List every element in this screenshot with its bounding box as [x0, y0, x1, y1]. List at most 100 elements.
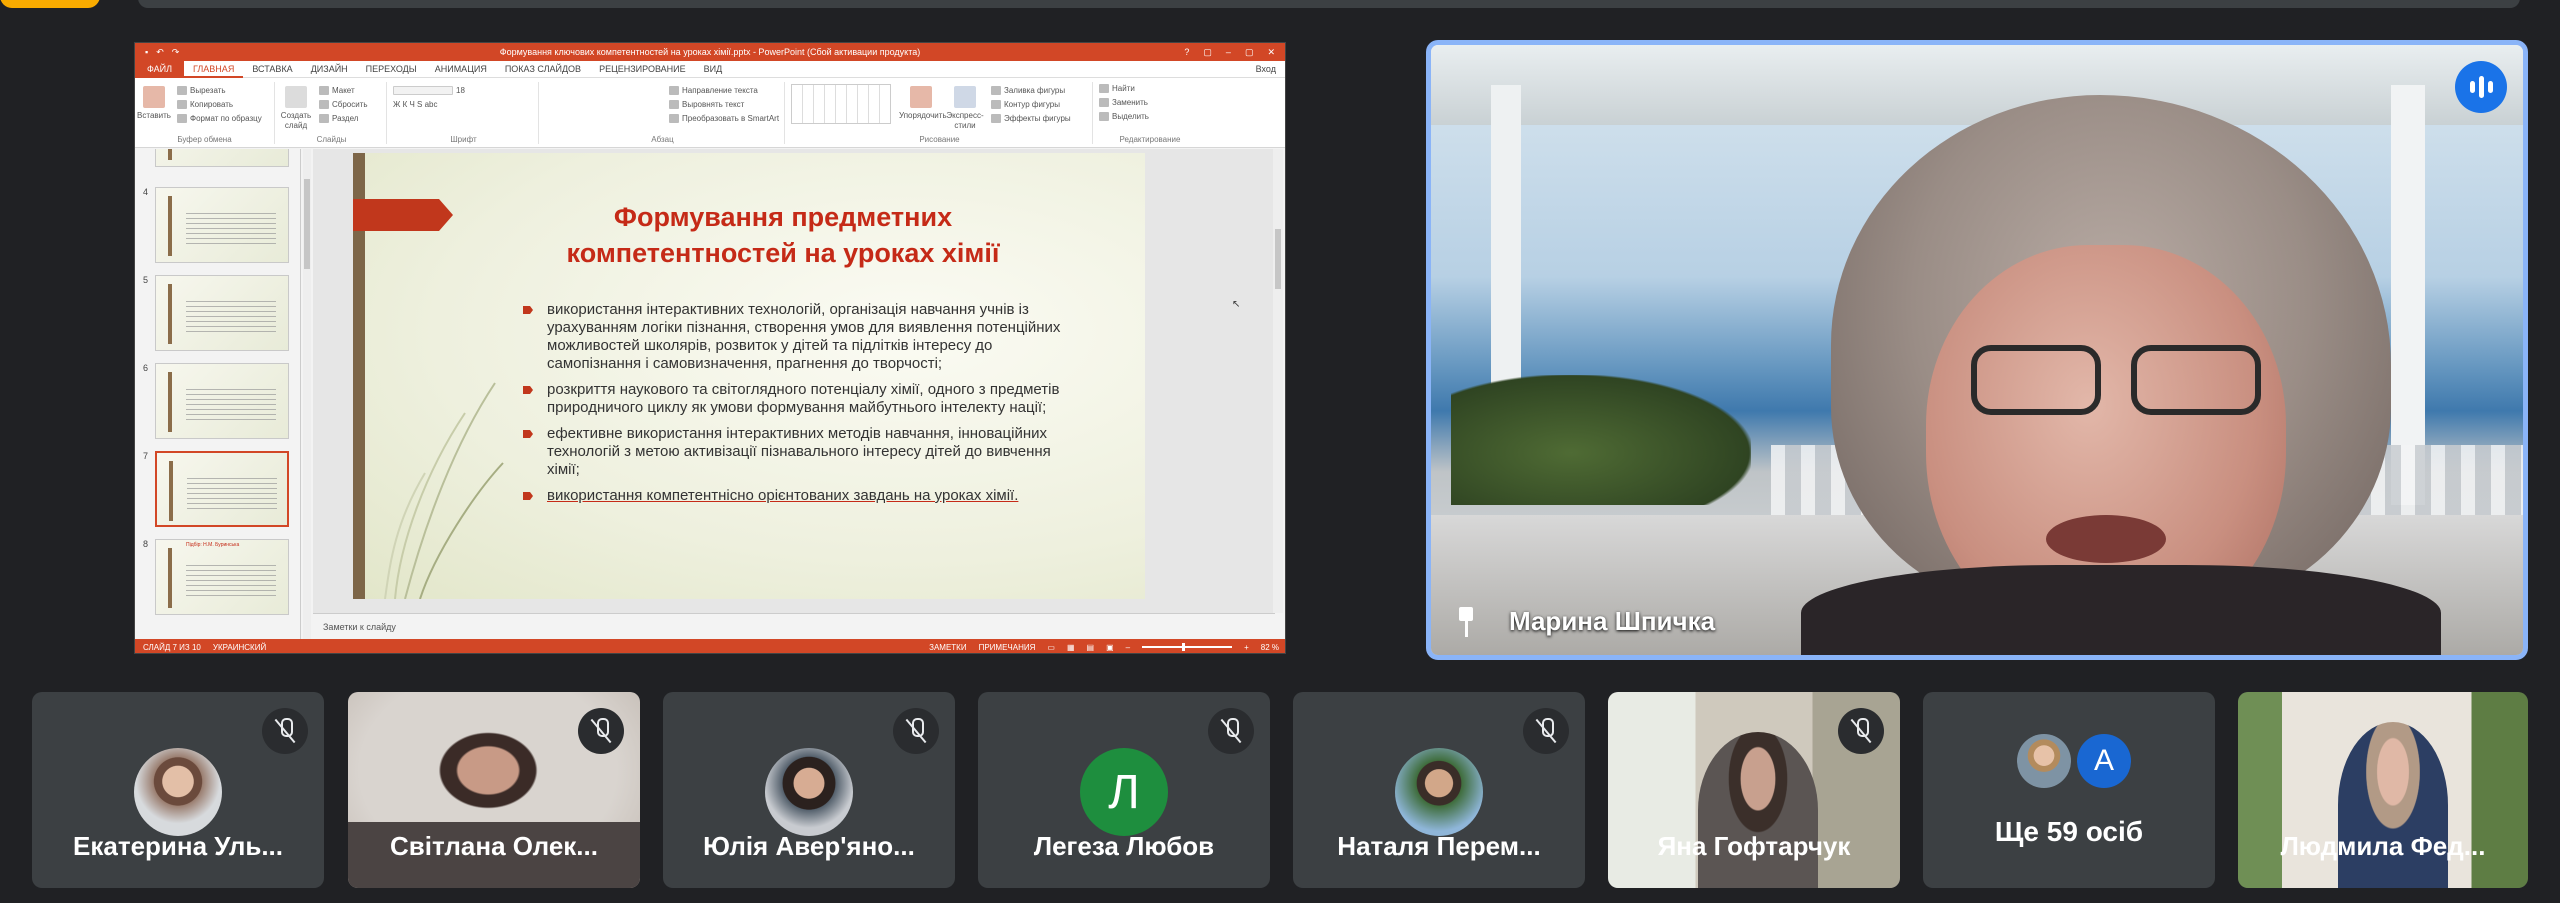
cut-button[interactable]: Вырезать: [173, 84, 262, 98]
participant-tile[interactable]: Людмила Фед...: [2238, 692, 2528, 888]
more-participants-tile[interactable]: A Ще 59 осіб: [1923, 692, 2215, 888]
avatar: [1395, 748, 1483, 836]
smartart-button[interactable]: Преобразовать в SmartArt: [665, 112, 779, 126]
zoom-in-icon[interactable]: +: [1244, 643, 1249, 652]
language-indicator[interactable]: УКРАИНСКИЙ: [213, 643, 266, 652]
format-painter-button[interactable]: Формат по образцу: [173, 112, 262, 126]
copy-icon: [177, 100, 187, 110]
slide-scrollbar[interactable]: [1273, 149, 1283, 613]
slide-thumbnail[interactable]: [143, 149, 293, 169]
editing-group: Найти Заменить Выделить Редактирование: [1095, 82, 1205, 144]
tab-slideshow[interactable]: ПОКАЗ СЛАЙДОВ: [496, 64, 590, 74]
slide-thumbnail-selected[interactable]: 7: [143, 451, 293, 529]
avatar: [2017, 734, 2071, 788]
mute-indicator: [893, 708, 939, 754]
sorter-view-icon[interactable]: ▦: [1067, 643, 1075, 652]
group-label: Слайды: [316, 135, 347, 144]
new-slide-icon: [285, 86, 307, 108]
slideshow-view-icon[interactable]: ▣: [1106, 643, 1114, 652]
copy-button[interactable]: Копировать: [173, 98, 262, 112]
pin-icon[interactable]: [1453, 606, 1479, 637]
participant-tile[interactable]: Світлана Олек...: [348, 692, 640, 888]
section-button[interactable]: Раздел: [315, 112, 368, 126]
align-text-button[interactable]: Выровнять текст: [665, 98, 779, 112]
quick-styles-button[interactable]: Экспресс-стили: [945, 86, 985, 131]
person-mouth: [2046, 515, 2166, 563]
zoom-out-icon[interactable]: –: [1126, 643, 1130, 652]
clipboard-group: Вставить Вырезать Копировать Формат по о…: [135, 82, 275, 144]
login-link[interactable]: Вход: [1247, 64, 1285, 74]
arrange-button[interactable]: Упорядочить: [899, 86, 947, 121]
tab-design[interactable]: ДИЗАЙН: [302, 64, 357, 74]
mic-off-icon: [1850, 718, 1872, 744]
shape-fill-button[interactable]: Заливка фигуры: [987, 84, 1071, 98]
participant-tile[interactable]: Яна Гофтарчук: [1608, 692, 1900, 888]
participant-name: Світлана Олек...: [390, 831, 598, 861]
participant-name: Легеза Любов: [1033, 831, 1215, 861]
tab-transitions[interactable]: ПЕРЕХОДЫ: [357, 64, 426, 74]
slide-canvas: Формування предметних компетентностей на…: [313, 149, 1275, 613]
tab-review[interactable]: РЕЦЕНЗИРОВАНИЕ: [590, 64, 695, 74]
powerpoint-titlebar: ▪ ↶ ↷ Формування ключових компетентносте…: [135, 43, 1285, 61]
reset-icon: [319, 100, 329, 110]
grass-decoration: [384, 382, 504, 599]
layout-icon: [319, 86, 329, 96]
normal-view-icon[interactable]: ▭: [1047, 643, 1055, 652]
shape-outline-button[interactable]: Контур фигуры: [987, 98, 1071, 112]
mic-off-icon: [1535, 718, 1557, 744]
mute-indicator: [1208, 708, 1254, 754]
top-pill[interactable]: [0, 0, 100, 8]
participant-tile[interactable]: Юлія Авер'яно...: [663, 692, 955, 888]
notes-pane[interactable]: Заметки к слайду: [313, 613, 1275, 639]
tab-insert[interactable]: ВСТАВКА: [243, 64, 301, 74]
brush-icon: [177, 114, 187, 124]
participant-tile[interactable]: Екатерина Уль...: [32, 692, 324, 888]
status-bar: СЛАЙД 7 ИЗ 10 УКРАИНСКИЙ ЗАМЕТКИ ПРИМЕЧА…: [135, 639, 1285, 653]
meet-stage: ▪ ↶ ↷ Формування ключових компетентносте…: [0, 0, 2560, 903]
avatar: A: [2077, 734, 2131, 788]
speaker-name-row: Марина Шпичка: [1453, 606, 1715, 637]
font-format-buttons[interactable]: Ж К Ч S abc: [389, 98, 538, 112]
layout-button[interactable]: Макет: [315, 84, 368, 98]
participant-name: Юлія Авер'яно...: [703, 831, 915, 861]
select-button[interactable]: Выделить: [1095, 110, 1205, 124]
participant-tile[interactable]: Л Легеза Любов: [978, 692, 1270, 888]
find-button[interactable]: Найти: [1095, 82, 1205, 96]
text-direction-icon: [669, 86, 679, 96]
shapes-gallery[interactable]: [791, 84, 891, 124]
group-label: Рисование: [919, 135, 960, 144]
person-body: [1801, 565, 2441, 655]
speaker-tile[interactable]: Марина Шпичка: [1426, 40, 2528, 660]
thumbnail-image: [155, 187, 289, 263]
shared-screen-tile[interactable]: ▪ ↶ ↷ Формування ключових компетентносте…: [134, 42, 1286, 654]
tab-file[interactable]: ФАЙЛ: [135, 60, 185, 78]
slide-thumbnail[interactable]: 8 Підбір: Н.М. Буринська: [143, 539, 293, 617]
slide-thumbnail[interactable]: 6: [143, 363, 293, 441]
tab-view[interactable]: ВИД: [695, 64, 732, 74]
paragraph-group: Направление текста Выровнять текст Преоб…: [541, 82, 785, 144]
paste-button[interactable]: Вставить: [137, 86, 171, 121]
font-name-box[interactable]: [393, 86, 453, 96]
window-title: Формування ключових компетентностей на у…: [499, 47, 921, 57]
tab-home[interactable]: ГЛАВНАЯ: [184, 61, 244, 78]
text-direction-button[interactable]: Направление текста: [665, 84, 779, 98]
font-size-box[interactable]: 18: [389, 84, 538, 98]
participant-name: Людмила Фед...: [2280, 831, 2486, 861]
replace-button[interactable]: Заменить: [1095, 96, 1205, 110]
zoom-level[interactable]: 82 %: [1261, 643, 1279, 652]
thumbnail-scrollbar[interactable]: [303, 149, 311, 639]
tab-animation[interactable]: АНИМАЦИЯ: [426, 64, 496, 74]
new-slide-button[interactable]: Создать слайд: [279, 86, 313, 131]
reset-button[interactable]: Сбросить: [315, 98, 368, 112]
current-slide[interactable]: Формування предметних компетентностей на…: [353, 153, 1145, 599]
comments-toggle[interactable]: ПРИМЕЧАНИЯ: [979, 643, 1036, 652]
participant-tile[interactable]: Наталя Перем...: [1293, 692, 1585, 888]
shape-effects-button[interactable]: Эффекты фигуры: [987, 112, 1071, 126]
slide-thumbnail[interactable]: 5: [143, 275, 293, 353]
align-text-icon: [669, 100, 679, 110]
slide-thumbnail[interactable]: 4: [143, 187, 293, 265]
reading-view-icon[interactable]: ▤: [1087, 643, 1095, 652]
thumbnail-image: [155, 275, 289, 351]
notes-toggle[interactable]: ЗАМЕТКИ: [929, 643, 966, 652]
zoom-slider[interactable]: [1142, 643, 1233, 651]
